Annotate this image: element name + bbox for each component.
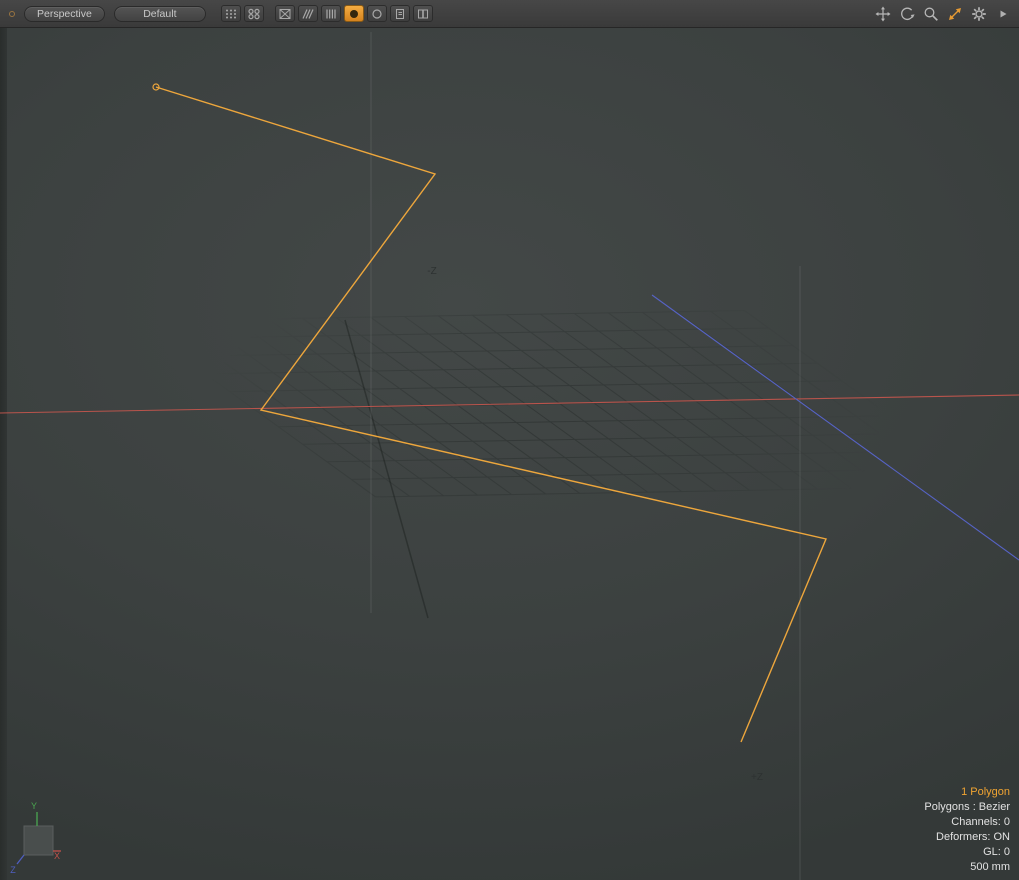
curve-shadow <box>345 320 428 618</box>
ghost-glyph <box>370 8 384 20</box>
gizmo-label-y: Y <box>31 801 37 811</box>
hatch-shade-icon[interactable] <box>298 5 318 22</box>
orbit-icon[interactable] <box>898 5 915 22</box>
scene-canvas: -Z +Z Y X Z <box>0 28 1019 880</box>
gizmo-label-x: X <box>54 851 60 861</box>
readout-line: 1 Polygon <box>924 785 1010 800</box>
gizmo-cube <box>24 826 53 855</box>
toolbar-right-group <box>874 5 1011 22</box>
gizmo-axis-z <box>17 855 24 864</box>
readout-line: Channels: 0 <box>924 815 1010 830</box>
readout-line: GL: 0 <box>924 845 1010 860</box>
shaded-mode-icon[interactable] <box>344 5 364 22</box>
readout-line: 500 mm <box>924 860 1010 875</box>
page-icon[interactable] <box>390 5 410 22</box>
neg-z-label: -Z <box>427 266 436 277</box>
maximize-glyph <box>947 6 963 22</box>
gear-glyph <box>971 6 987 22</box>
more-arrow-glyph <box>998 8 1008 20</box>
pos-z-label: +Z <box>751 772 763 783</box>
viewport-info-readout: 1 PolygonPolygons : BezierChannels: 0Def… <box>924 785 1010 875</box>
ghost-mode-icon[interactable] <box>367 5 387 22</box>
spheres-glyph <box>247 8 261 20</box>
readout-line: Deformers: ON <box>924 830 1010 845</box>
wireframe-icon[interactable] <box>275 5 295 22</box>
hatch-glyph <box>301 8 315 20</box>
viewport-toolbar: Perspective Default <box>0 0 1019 28</box>
orbit-glyph <box>899 6 915 22</box>
maximize-icon[interactable] <box>946 5 963 22</box>
viewport-handle-dot[interactable] <box>9 11 15 17</box>
scanline-icon[interactable] <box>321 5 341 22</box>
zoom-glyph <box>923 6 939 22</box>
texture-dots-icon[interactable] <box>221 5 241 22</box>
viewport-3d[interactable]: -Z +Z Y X Z 1 PolygonPolygons : BezierChanne… <box>0 28 1019 880</box>
ground-grid <box>132 311 987 497</box>
bezier-curve[interactable] <box>156 87 826 742</box>
toolbar-left-group: Perspective Default <box>0 5 436 22</box>
wireframe-glyph <box>278 8 292 20</box>
preset-dropdown[interactable]: Default <box>114 6 206 22</box>
shading-mode-buttons <box>221 5 436 22</box>
x-axis-line <box>0 395 1019 413</box>
spheres-icon[interactable] <box>244 5 264 22</box>
shaded-glyph <box>347 8 361 20</box>
view-mode-dropdown[interactable]: Perspective <box>24 6 105 22</box>
pan-icon[interactable] <box>874 5 891 22</box>
scanline-glyph <box>324 8 338 20</box>
book-glyph <box>416 8 430 20</box>
more-arrow-icon[interactable] <box>994 5 1011 22</box>
axis-gizmo: Y X Z <box>10 801 61 875</box>
settings-gear-icon[interactable] <box>970 5 987 22</box>
z-axis-line <box>652 295 1019 560</box>
page-glyph <box>393 8 407 20</box>
modo-window: Perspective Default <box>0 0 1019 880</box>
pan-glyph <box>875 6 891 22</box>
book-icon[interactable] <box>413 5 433 22</box>
gizmo-label-z: Z <box>10 865 16 875</box>
readout-line: Polygons : Bezier <box>924 800 1010 815</box>
texture-dots-glyph <box>224 8 238 20</box>
zoom-icon[interactable] <box>922 5 939 22</box>
